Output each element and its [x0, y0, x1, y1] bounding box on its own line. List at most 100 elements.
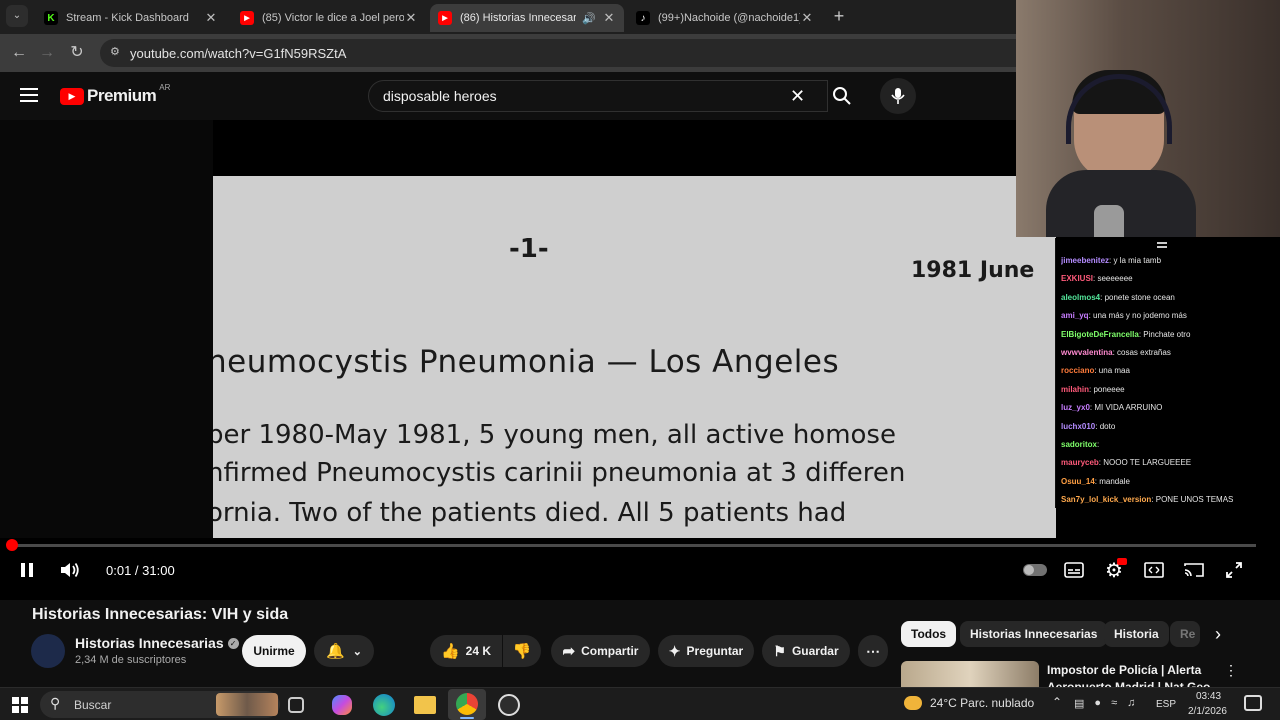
chat-username[interactable]: jimeebenitez	[1061, 256, 1109, 265]
chat-text: : Pinchate otro	[1138, 329, 1191, 339]
chat-message: luchx010: doto	[1061, 418, 1276, 436]
subscribed-bell-button[interactable]: 🔔 ⌄	[314, 635, 374, 667]
recommendation-title-2[interactable]: Aeropuerto Madrid | Nat Geo e	[1047, 680, 1212, 687]
channel-avatar[interactable]	[31, 634, 65, 668]
settings-button[interactable]: ⚙	[1103, 558, 1127, 582]
language-indicator[interactable]: ESP	[1156, 699, 1176, 710]
progress-scrubber[interactable]	[6, 539, 18, 551]
weather-widget[interactable]: 24°C Parc. nublado	[904, 696, 1034, 710]
chat-username[interactable]: San7y_lol_kick_version	[1061, 495, 1151, 504]
chip-historias-innecesarias[interactable]: Historias Innecesarias	[960, 621, 1108, 647]
wifi-icon[interactable]: ≈	[1111, 697, 1117, 710]
chat-username[interactable]: Osuu_14	[1061, 477, 1095, 486]
bookmark-icon: ⚑	[773, 642, 786, 659]
new-tab-icon[interactable]: +	[828, 5, 850, 27]
chip-todos[interactable]: Todos	[901, 621, 957, 647]
close-icon[interactable]: ✕	[404, 10, 418, 26]
like-button[interactable]: 👍 24 K	[430, 635, 502, 667]
network-icon[interactable]: ▤	[1074, 697, 1084, 710]
chat-message: Osuu_14: mandale	[1061, 473, 1276, 491]
tab-youtube-victor[interactable]: ▶ (85) Victor le dice a Joel pero co ✕	[232, 4, 426, 32]
volume-tray-icon[interactable]: ♫	[1127, 697, 1135, 710]
doc-date: 1981 June	[911, 258, 1035, 283]
search-highlight-image	[216, 693, 278, 716]
chat-username[interactable]: rocciano	[1061, 366, 1094, 375]
file-explorer-icon[interactable]	[414, 696, 436, 714]
chat-message: ami_yq: una más y no jodemo más	[1061, 307, 1276, 325]
clock-date[interactable]: 2/1/2026	[1188, 706, 1227, 717]
dislike-button[interactable]: 👎	[503, 635, 541, 667]
cast-button[interactable]	[1183, 558, 1205, 582]
reload-icon[interactable]: ↻	[66, 42, 88, 64]
chips-next-icon[interactable]: ›	[1206, 622, 1230, 646]
chat-message: mauryceb: NOOO TE LARGUEEEE	[1061, 454, 1276, 472]
tab-search-chevron-icon[interactable]: ⌄	[6, 5, 28, 27]
pause-button[interactable]	[16, 558, 38, 582]
chrome-taskbar-button[interactable]	[448, 689, 486, 720]
hd-badge	[1117, 558, 1127, 565]
speaker-icon[interactable]: 🔊	[582, 12, 596, 25]
chat-username[interactable]: ElBigoteDeFrancella	[1061, 330, 1139, 339]
progress-bar[interactable]	[12, 544, 1256, 547]
chip-historia[interactable]: Historia	[1104, 621, 1169, 647]
chat-username[interactable]: aleolmos4	[1061, 293, 1100, 302]
close-icon[interactable]: ✕	[602, 10, 616, 26]
tab-youtube-historias[interactable]: ▶ (86) Historias Innecesarias: V 🔊 ✕	[430, 4, 624, 32]
video-side-shade	[0, 120, 213, 538]
join-button[interactable]: Unirme	[242, 635, 306, 667]
tab-tiktok[interactable]: ♪ (99+)Nachoide (@nachoide1) | ✕	[628, 4, 822, 32]
chat-username[interactable]: luz_yx0	[1061, 403, 1090, 412]
chip-re[interactable]: Re	[1170, 621, 1200, 647]
back-icon[interactable]: ←	[8, 42, 30, 64]
recommendation-title-1[interactable]: Impostor de Policía | Alerta	[1047, 663, 1201, 677]
forward-icon[interactable]: →	[36, 42, 58, 64]
chat-username[interactable]: sadoritox	[1061, 440, 1097, 449]
chat-username[interactable]: ami_yq	[1061, 311, 1089, 320]
edge-icon[interactable]	[373, 694, 395, 716]
mic-tray-icon[interactable]: ●	[1094, 697, 1101, 710]
chat-username[interactable]: luchx010	[1061, 422, 1095, 431]
clear-search-icon[interactable]: ✕	[790, 86, 805, 106]
site-info-icon[interactable]: ⚙	[110, 45, 120, 58]
notifications-icon[interactable]	[1244, 695, 1262, 711]
tray-chevron-icon[interactable]: ⌃	[1052, 695, 1062, 709]
chat-username[interactable]: wvwvalentina	[1061, 348, 1113, 357]
chat-username[interactable]: milahin	[1061, 385, 1089, 394]
windows-start-icon[interactable]	[12, 697, 28, 713]
sparkle-icon: ✦	[668, 642, 681, 659]
taskbar-search[interactable]: ⚲ Buscar	[40, 691, 280, 718]
tab-kick-dashboard[interactable]: K Stream - Kick Dashboard ✕	[36, 4, 226, 32]
subtitles-button[interactable]	[1063, 558, 1085, 582]
autoplay-toggle[interactable]	[1022, 558, 1048, 582]
save-button[interactable]: ⚑ Guardar	[762, 635, 850, 667]
volume-button[interactable]	[58, 558, 82, 582]
bell-icon: 🔔	[326, 643, 345, 660]
theater-mode-button[interactable]	[1143, 558, 1165, 582]
fullscreen-icon	[1226, 562, 1242, 578]
recommendation-thumbnail[interactable]	[901, 661, 1039, 687]
chat-username[interactable]: mauryceb	[1061, 458, 1099, 467]
share-button[interactable]: ➦ Compartir	[551, 635, 650, 667]
youtube-logo[interactable]: ▶ Premium AR	[60, 83, 170, 106]
fullscreen-exit-button[interactable]	[1223, 558, 1245, 582]
more-actions-button[interactable]: ⋯	[858, 635, 888, 667]
task-view-icon[interactable]	[288, 697, 304, 713]
ask-button[interactable]: ✦ Preguntar	[658, 635, 754, 667]
chat-text: : doto	[1095, 421, 1116, 431]
obs-icon[interactable]	[498, 694, 520, 716]
voice-search-button[interactable]	[880, 78, 916, 114]
close-icon[interactable]: ✕	[800, 10, 814, 26]
taskbar-search-placeholder: Buscar	[74, 697, 112, 712]
hamburger-menu-icon[interactable]	[20, 88, 38, 102]
search-query: disposable heroes	[383, 88, 497, 104]
chevron-down-icon: ⌄	[352, 645, 362, 658]
search-button[interactable]	[818, 80, 866, 112]
close-icon[interactable]: ✕	[204, 10, 218, 26]
clock-time[interactable]: 03:43	[1196, 691, 1221, 702]
subscriber-count: 2,34 M de suscriptores	[75, 654, 187, 666]
channel-name[interactable]: Historias Innecesarias	[75, 635, 224, 651]
chat-username[interactable]: EXKIUSI	[1061, 274, 1093, 283]
copilot-icon[interactable]	[332, 695, 352, 715]
search-input[interactable]: disposable heroes	[368, 80, 828, 112]
recommendation-menu-icon[interactable]: ⋮	[1224, 662, 1238, 679]
